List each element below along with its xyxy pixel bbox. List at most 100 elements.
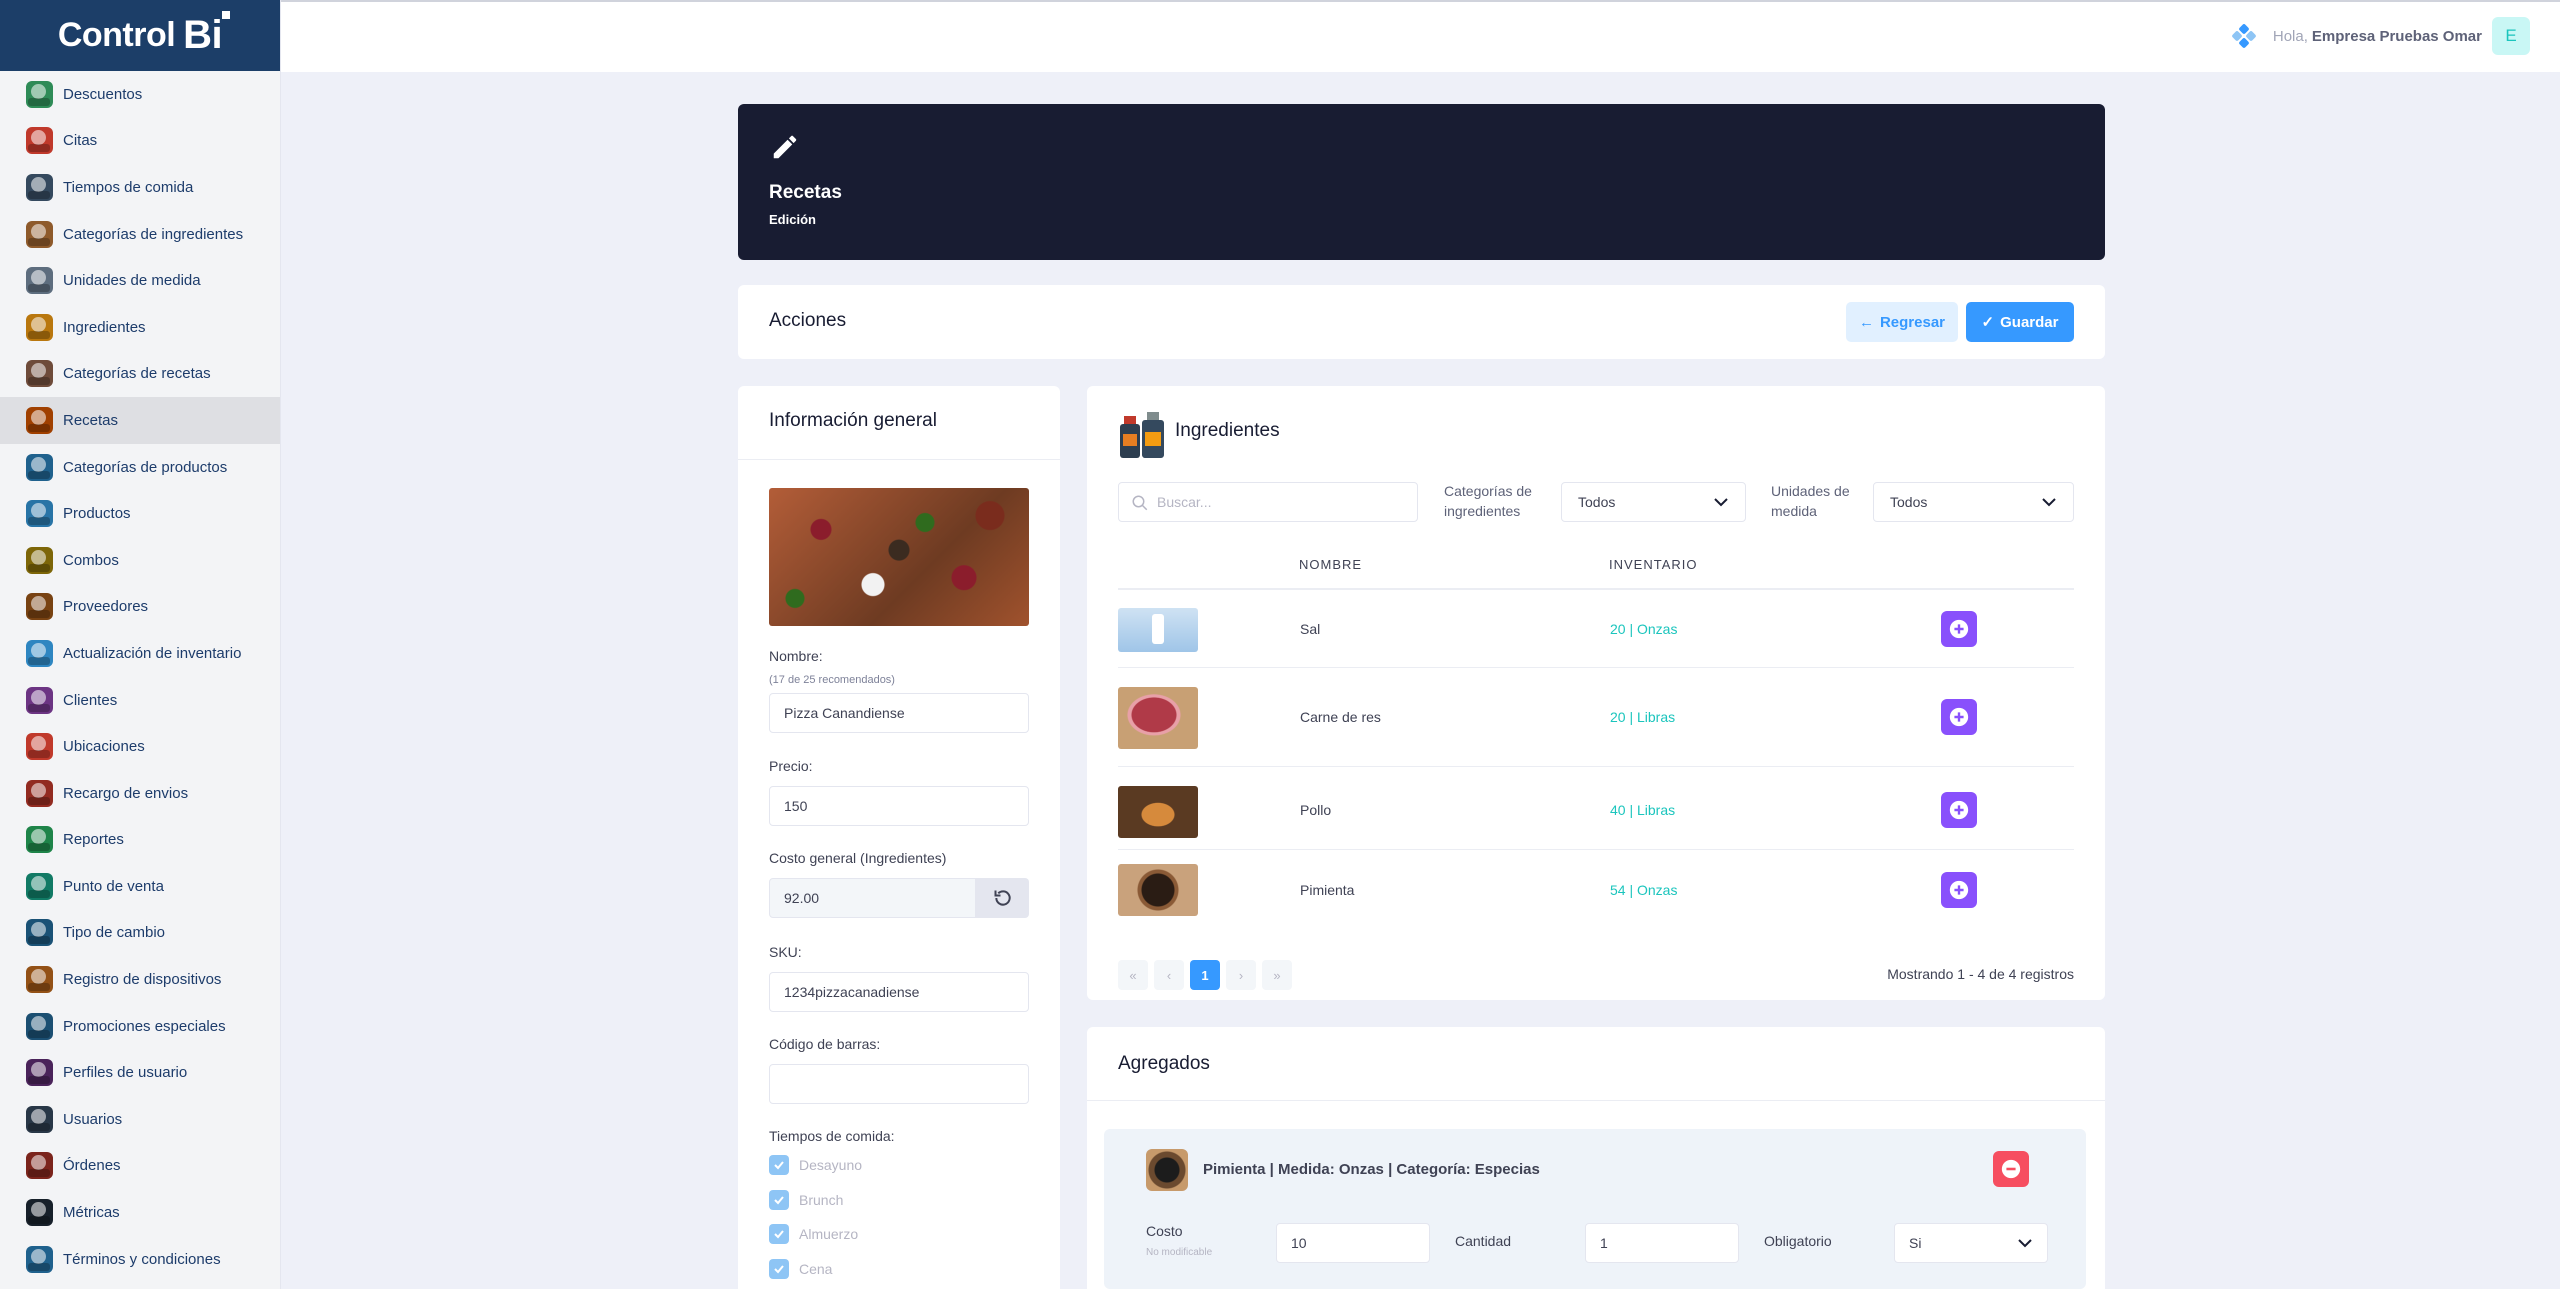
sidebar-item-label: Citas bbox=[63, 132, 98, 150]
category-filter-select[interactable]: Todos bbox=[1561, 482, 1746, 522]
sidebar-item-usuarios[interactable]: Usuarios bbox=[0, 1096, 280, 1143]
sidebar-item-punto-de-venta[interactable]: Punto de venta bbox=[0, 863, 280, 910]
sidebar-item-unidades-de-medida[interactable]: Unidades de medida bbox=[0, 257, 280, 304]
sidebar-item-metricas[interactable]: Métricas bbox=[0, 1189, 280, 1236]
sidebar-item-label: Métricas bbox=[63, 1204, 120, 1222]
sidebar-item-recetas[interactable]: Recetas bbox=[0, 397, 280, 444]
added-required-select[interactable]: Si bbox=[1894, 1223, 2048, 1263]
sidebar-item-label: Tipo de cambio bbox=[63, 924, 165, 942]
last-page-button[interactable]: » bbox=[1262, 960, 1292, 990]
table-row: Pollo 40 | Libras bbox=[1118, 768, 2074, 850]
sidebar-item-registro-de-dispositivos[interactable]: Registro de dispositivos bbox=[0, 956, 280, 1003]
proveedores-icon bbox=[26, 593, 53, 621]
sidebar-item-ubicaciones[interactable]: Ubicaciones bbox=[0, 723, 280, 770]
back-button[interactable]: ← Regresar bbox=[1846, 302, 1958, 342]
sidebar-item-promociones-especiales[interactable]: Promociones especiales bbox=[0, 1003, 280, 1050]
sidebar-item-label: Términos y condiciones bbox=[63, 1250, 221, 1268]
terminos-y-condiciones-icon bbox=[26, 1245, 53, 1273]
add-ingredient-button[interactable] bbox=[1941, 611, 1977, 647]
reportes-icon bbox=[26, 826, 53, 854]
search-placeholder: Buscar... bbox=[1157, 494, 1212, 510]
added-qty-input[interactable]: 1 bbox=[1585, 1223, 1739, 1263]
name-label: Nombre: bbox=[769, 648, 823, 664]
sidebar-item-citas[interactable]: Citas bbox=[0, 118, 280, 165]
sidebar-item-combos[interactable]: Combos bbox=[0, 537, 280, 584]
sidebar-item-ingredientes[interactable]: Ingredientes bbox=[0, 304, 280, 351]
added-title: Agregados bbox=[1087, 1027, 2105, 1101]
ingredients-icon bbox=[1118, 408, 1166, 460]
meal-time-checkbox[interactable]: Brunch bbox=[769, 1190, 843, 1210]
sidebar-item-tiempos-de-comida[interactable]: Tiempos de comida bbox=[0, 164, 280, 211]
user-menu[interactable]: Hola, Empresa Pruebas Omar E bbox=[2231, 16, 2530, 56]
sidebar-item-label: Unidades de medida bbox=[63, 272, 201, 290]
prev-page-button[interactable]: ‹ bbox=[1154, 960, 1184, 990]
sidebar-item-productos[interactable]: Productos bbox=[0, 490, 280, 537]
sidebar-item-proveedores[interactable]: Proveedores bbox=[0, 584, 280, 631]
ingredient-name: Sal bbox=[1300, 621, 1321, 637]
column-header-inventory[interactable]: INVENTARIO bbox=[1609, 557, 1698, 572]
minus-circle-icon bbox=[2001, 1159, 2021, 1179]
pencil-icon bbox=[770, 132, 800, 167]
meal-time-label: Almuerzo bbox=[799, 1226, 859, 1242]
apps-icon[interactable] bbox=[2231, 23, 2257, 49]
sidebar-item-label: Combos bbox=[63, 551, 119, 569]
sidebar-item-terminos-y-condiciones[interactable]: Términos y condiciones bbox=[0, 1236, 280, 1283]
sidebar-item-label: Actualización de inventario bbox=[63, 644, 242, 662]
sidebar-item-categorias-de-productos[interactable]: Categorías de productos bbox=[0, 444, 280, 491]
category-filter-label: Categorías de ingredientes bbox=[1444, 483, 1532, 519]
price-input[interactable]: 150 bbox=[769, 786, 1029, 826]
sidebar-item-reportes[interactable]: Reportes bbox=[0, 817, 280, 864]
sidebar-item-label: Categorías de ingredientes bbox=[63, 225, 244, 243]
column-header-name[interactable]: NOMBRE bbox=[1299, 557, 1362, 572]
add-ingredient-button[interactable] bbox=[1941, 872, 1977, 908]
greeting: Hola, bbox=[2272, 27, 2308, 45]
punto-de-venta-icon bbox=[26, 872, 53, 900]
ordenes-icon bbox=[26, 1152, 53, 1180]
ingredient-inventory: 20 | Libras bbox=[1610, 709, 1676, 725]
unit-filter-select[interactable]: Todos bbox=[1873, 482, 2074, 522]
meal-time-checkbox[interactable]: Desayuno bbox=[769, 1155, 862, 1175]
added-ingredient-title: Pimienta | Medida: Onzas | Categoría: Es… bbox=[1203, 1161, 1540, 1178]
page-button-current[interactable]: 1 bbox=[1190, 960, 1220, 990]
ingredient-inventory: 40 | Libras bbox=[1610, 802, 1676, 818]
sidebar-item-perfiles-de-usuario[interactable]: Perfiles de usuario bbox=[0, 1049, 280, 1096]
save-button[interactable]: ✓ Guardar bbox=[1966, 302, 2074, 342]
first-page-button[interactable]: « bbox=[1118, 960, 1148, 990]
meal-time-checkbox[interactable]: Cena bbox=[769, 1259, 832, 1279]
sidebar-item-recargo-de-envios[interactable]: Recargo de envios bbox=[0, 770, 280, 817]
sidebar-item-descuentos[interactable]: Descuentos bbox=[0, 71, 280, 118]
refresh-cost-button[interactable] bbox=[976, 878, 1029, 918]
sku-input[interactable]: 1234pizzacanadiense bbox=[769, 972, 1029, 1012]
table-row: Pimienta 54 | Onzas bbox=[1118, 851, 2074, 929]
search-input[interactable]: Buscar... bbox=[1118, 482, 1418, 522]
sidebar-item-label: Usuarios bbox=[63, 1110, 123, 1128]
add-ingredient-button[interactable] bbox=[1941, 792, 1977, 828]
ubicaciones-icon bbox=[26, 733, 53, 761]
recipe-image[interactable] bbox=[769, 488, 1029, 626]
remove-ingredient-button[interactable] bbox=[1993, 1151, 2029, 1187]
add-ingredient-button[interactable] bbox=[1941, 699, 1977, 735]
added-cost-input[interactable]: 10 bbox=[1276, 1223, 1430, 1263]
records-count: Mostrando 1 - 4 de 4 registros bbox=[1887, 966, 2074, 982]
sidebar-item-label: Ubicaciones bbox=[63, 738, 145, 756]
meal-time-checkbox[interactable]: Almuerzo bbox=[769, 1224, 858, 1244]
next-page-button[interactable]: › bbox=[1226, 960, 1256, 990]
sidebar-item-clientes[interactable]: Clientes bbox=[0, 677, 280, 724]
checkbox-checked-icon bbox=[769, 1190, 789, 1210]
sidebar-item-label: Productos bbox=[63, 505, 131, 523]
brand-logo[interactable]: Control Bi bbox=[0, 0, 280, 71]
barcode-input[interactable] bbox=[769, 1064, 1029, 1104]
sidebar-item-categorias-de-ingredientes[interactable]: Categorías de ingredientes bbox=[0, 211, 280, 258]
category-filter-value: Todos bbox=[1578, 494, 1616, 510]
sidebar-item-ordenes[interactable]: Órdenes bbox=[0, 1143, 280, 1190]
sidebar-item-actualizacion-de-inventario[interactable]: Actualización de inventario bbox=[0, 630, 280, 677]
avatar[interactable]: E bbox=[2492, 17, 2530, 55]
sku-label: SKU: bbox=[769, 944, 802, 960]
sidebar-item-categorias-de-recetas[interactable]: Categorías de recetas bbox=[0, 351, 280, 398]
name-input[interactable]: Pizza Canandiense bbox=[769, 693, 1029, 733]
added-required-label: Obligatorio bbox=[1764, 1233, 1832, 1249]
general-info-title: Información general bbox=[738, 386, 1060, 460]
sidebar-item-tipo-de-cambio[interactable]: Tipo de cambio bbox=[0, 910, 280, 957]
added-ingredient-image bbox=[1146, 1149, 1188, 1191]
ingredients-title: Ingredientes bbox=[1175, 420, 1280, 441]
